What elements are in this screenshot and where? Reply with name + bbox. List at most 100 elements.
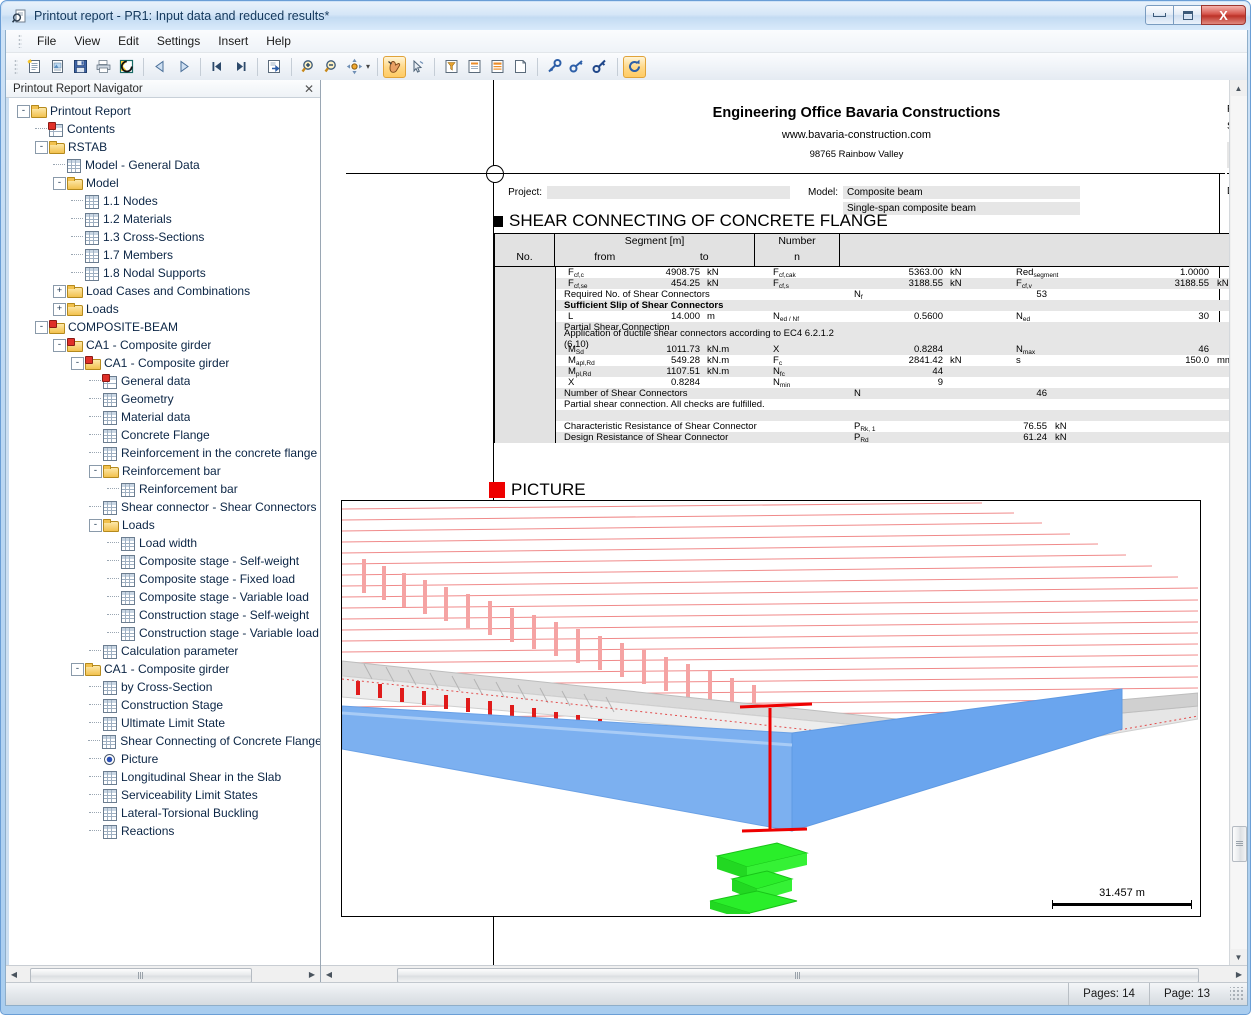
document-hscroll-thumb[interactable] (397, 968, 1199, 983)
document-vscroll-thumb[interactable] (1232, 826, 1247, 862)
scroll-down-icon[interactable]: ▼ (1231, 949, 1247, 965)
last-page-icon[interactable] (229, 56, 252, 78)
collapse-icon[interactable]: - (89, 519, 102, 532)
tree-item[interactable]: Model - General Data (9, 156, 320, 174)
open-report-icon[interactable] (46, 56, 69, 78)
collapse-icon[interactable]: - (71, 663, 84, 676)
tree-item[interactable]: -RSTAB (9, 138, 320, 156)
new-report-icon[interactable] (23, 56, 46, 78)
pan-view-icon[interactable] (343, 56, 366, 78)
collapse-icon[interactable]: - (35, 141, 48, 154)
filter-icon[interactable] (440, 56, 463, 78)
insert-key-icon[interactable] (543, 56, 566, 78)
blank-page-icon[interactable] (509, 56, 532, 78)
tree-item[interactable]: Shear connector - Shear Connectors (9, 498, 320, 516)
tree-item[interactable]: by Cross-Section (9, 678, 320, 696)
tree-item[interactable]: Ultimate Limit State (9, 714, 320, 732)
collapse-icon[interactable]: - (89, 465, 102, 478)
print-icon[interactable] (92, 56, 115, 78)
zoom-in-icon[interactable] (297, 56, 320, 78)
tree-item[interactable]: -CA1 - Composite girder (9, 660, 320, 678)
tree-item[interactable]: 1.2 Materials (9, 210, 320, 228)
tree-item[interactable]: Reinforcement bar (9, 480, 320, 498)
tree-item[interactable]: Composite stage - Self-weight (9, 552, 320, 570)
tree-item[interactable]: Reactions (9, 822, 320, 840)
page-layout-icon[interactable] (486, 56, 509, 78)
collapse-icon[interactable]: - (53, 177, 66, 190)
tree-item[interactable]: Composite stage - Fixed load (9, 570, 320, 588)
tree-item[interactable]: 1.3 Cross-Sections (9, 228, 320, 246)
tree-item[interactable]: Reinforcement in the concrete flange (9, 444, 320, 462)
navigator-tree-body[interactable]: -Printout ReportContents-RSTABModel - Ge… (6, 98, 320, 965)
tree-item[interactable]: Lateral-Torsional Buckling (9, 804, 320, 822)
tree-item[interactable]: Construction Stage (9, 696, 320, 714)
scroll-right-icon[interactable]: ▶ (304, 967, 320, 982)
scroll-right-icon[interactable]: ▶ (1231, 967, 1247, 982)
unlock-icon[interactable] (566, 56, 589, 78)
resize-grip-icon[interactable] (1230, 987, 1244, 1001)
previous-page-icon[interactable] (149, 56, 172, 78)
hand-tool-icon[interactable] (383, 56, 406, 78)
navigator-hscrollbar[interactable]: ◀ ▶ (6, 965, 320, 983)
tree-item[interactable]: Longitudinal Shear in the Slab (9, 768, 320, 786)
document-hscrollbar[interactable]: ◀ ▶ (321, 965, 1247, 983)
tree-item[interactable]: -Printout Report (9, 102, 320, 120)
maximize-button[interactable] (1173, 5, 1202, 25)
tree-item[interactable]: -CA1 - Composite girder (9, 354, 320, 372)
next-page-icon[interactable] (172, 56, 195, 78)
navigator-hscroll-thumb[interactable] (30, 968, 252, 983)
print-preview-icon[interactable] (115, 56, 138, 78)
navigator-hscroll-track[interactable] (22, 967, 304, 982)
collapse-icon[interactable]: - (35, 321, 48, 334)
tree-item[interactable]: 1.7 Members (9, 246, 320, 264)
save-report-icon[interactable] (69, 56, 92, 78)
expand-icon[interactable]: + (53, 285, 66, 298)
expand-icon[interactable]: + (53, 303, 66, 316)
tree-item[interactable]: Construction stage - Self-weight (9, 606, 320, 624)
tree-item[interactable]: 1.1 Nodes (9, 192, 320, 210)
document-vscroll-track[interactable] (1231, 96, 1247, 949)
tree-item[interactable]: Contents (9, 120, 320, 138)
menu-file[interactable]: File (28, 31, 65, 51)
tree-item[interactable]: Calculation parameter (9, 642, 320, 660)
report-page-canvas[interactable]: Engineering Office Bavaria Constructions… (321, 80, 1229, 965)
tree-item[interactable]: Concrete Flange (9, 426, 320, 444)
tree-item[interactable]: -Loads (9, 516, 320, 534)
tree-item[interactable]: -CA1 - Composite girder (9, 336, 320, 354)
zoom-out-icon[interactable] (320, 56, 343, 78)
tree-item[interactable]: Construction stage - Variable load (9, 624, 320, 642)
scroll-left-icon[interactable]: ◀ (321, 967, 337, 982)
menu-help[interactable]: Help (257, 31, 300, 51)
document-vscrollbar[interactable]: ▲ ▼ (1229, 80, 1247, 965)
select-tool-icon[interactable] (406, 56, 429, 78)
lock-icon[interactable] (589, 56, 612, 78)
minimize-button[interactable] (1145, 5, 1174, 25)
close-icon[interactable]: ✕ (304, 83, 314, 95)
document-hscroll-track[interactable] (337, 967, 1231, 982)
first-page-icon[interactable] (206, 56, 229, 78)
menu-edit[interactable]: Edit (109, 31, 148, 51)
scroll-left-icon[interactable]: ◀ (6, 967, 22, 982)
tree-item[interactable]: General data (9, 372, 320, 390)
menu-view[interactable]: View (65, 31, 109, 51)
tree-item[interactable]: +Load Cases and Combinations (9, 282, 320, 300)
collapse-icon[interactable]: - (53, 339, 66, 352)
refresh-report-icon[interactable] (623, 56, 646, 78)
tree-item[interactable]: 1.8 Nodal Supports (9, 264, 320, 282)
picture-frame[interactable]: 31.457 m (341, 500, 1201, 917)
close-button[interactable]: X (1201, 5, 1246, 25)
tree-item[interactable]: -Reinforcement bar (9, 462, 320, 480)
collapse-icon[interactable]: - (71, 357, 84, 370)
menu-settings[interactable]: Settings (148, 31, 209, 51)
tree-item[interactable]: Serviceability Limit States (9, 786, 320, 804)
tree-item[interactable]: Geometry (9, 390, 320, 408)
menu-insert[interactable]: Insert (209, 31, 257, 51)
tree-item[interactable]: Composite stage - Variable load (9, 588, 320, 606)
tree-item[interactable]: Material data (9, 408, 320, 426)
tree-item[interactable]: Shear Connecting of Concrete Flange (9, 732, 320, 750)
tree-item[interactable]: Picture (9, 750, 320, 768)
pan-dropdown-icon[interactable]: ▾ (366, 62, 370, 71)
page-properties-icon[interactable] (463, 56, 486, 78)
tree-item[interactable]: Load width (9, 534, 320, 552)
export-icon[interactable] (263, 56, 286, 78)
